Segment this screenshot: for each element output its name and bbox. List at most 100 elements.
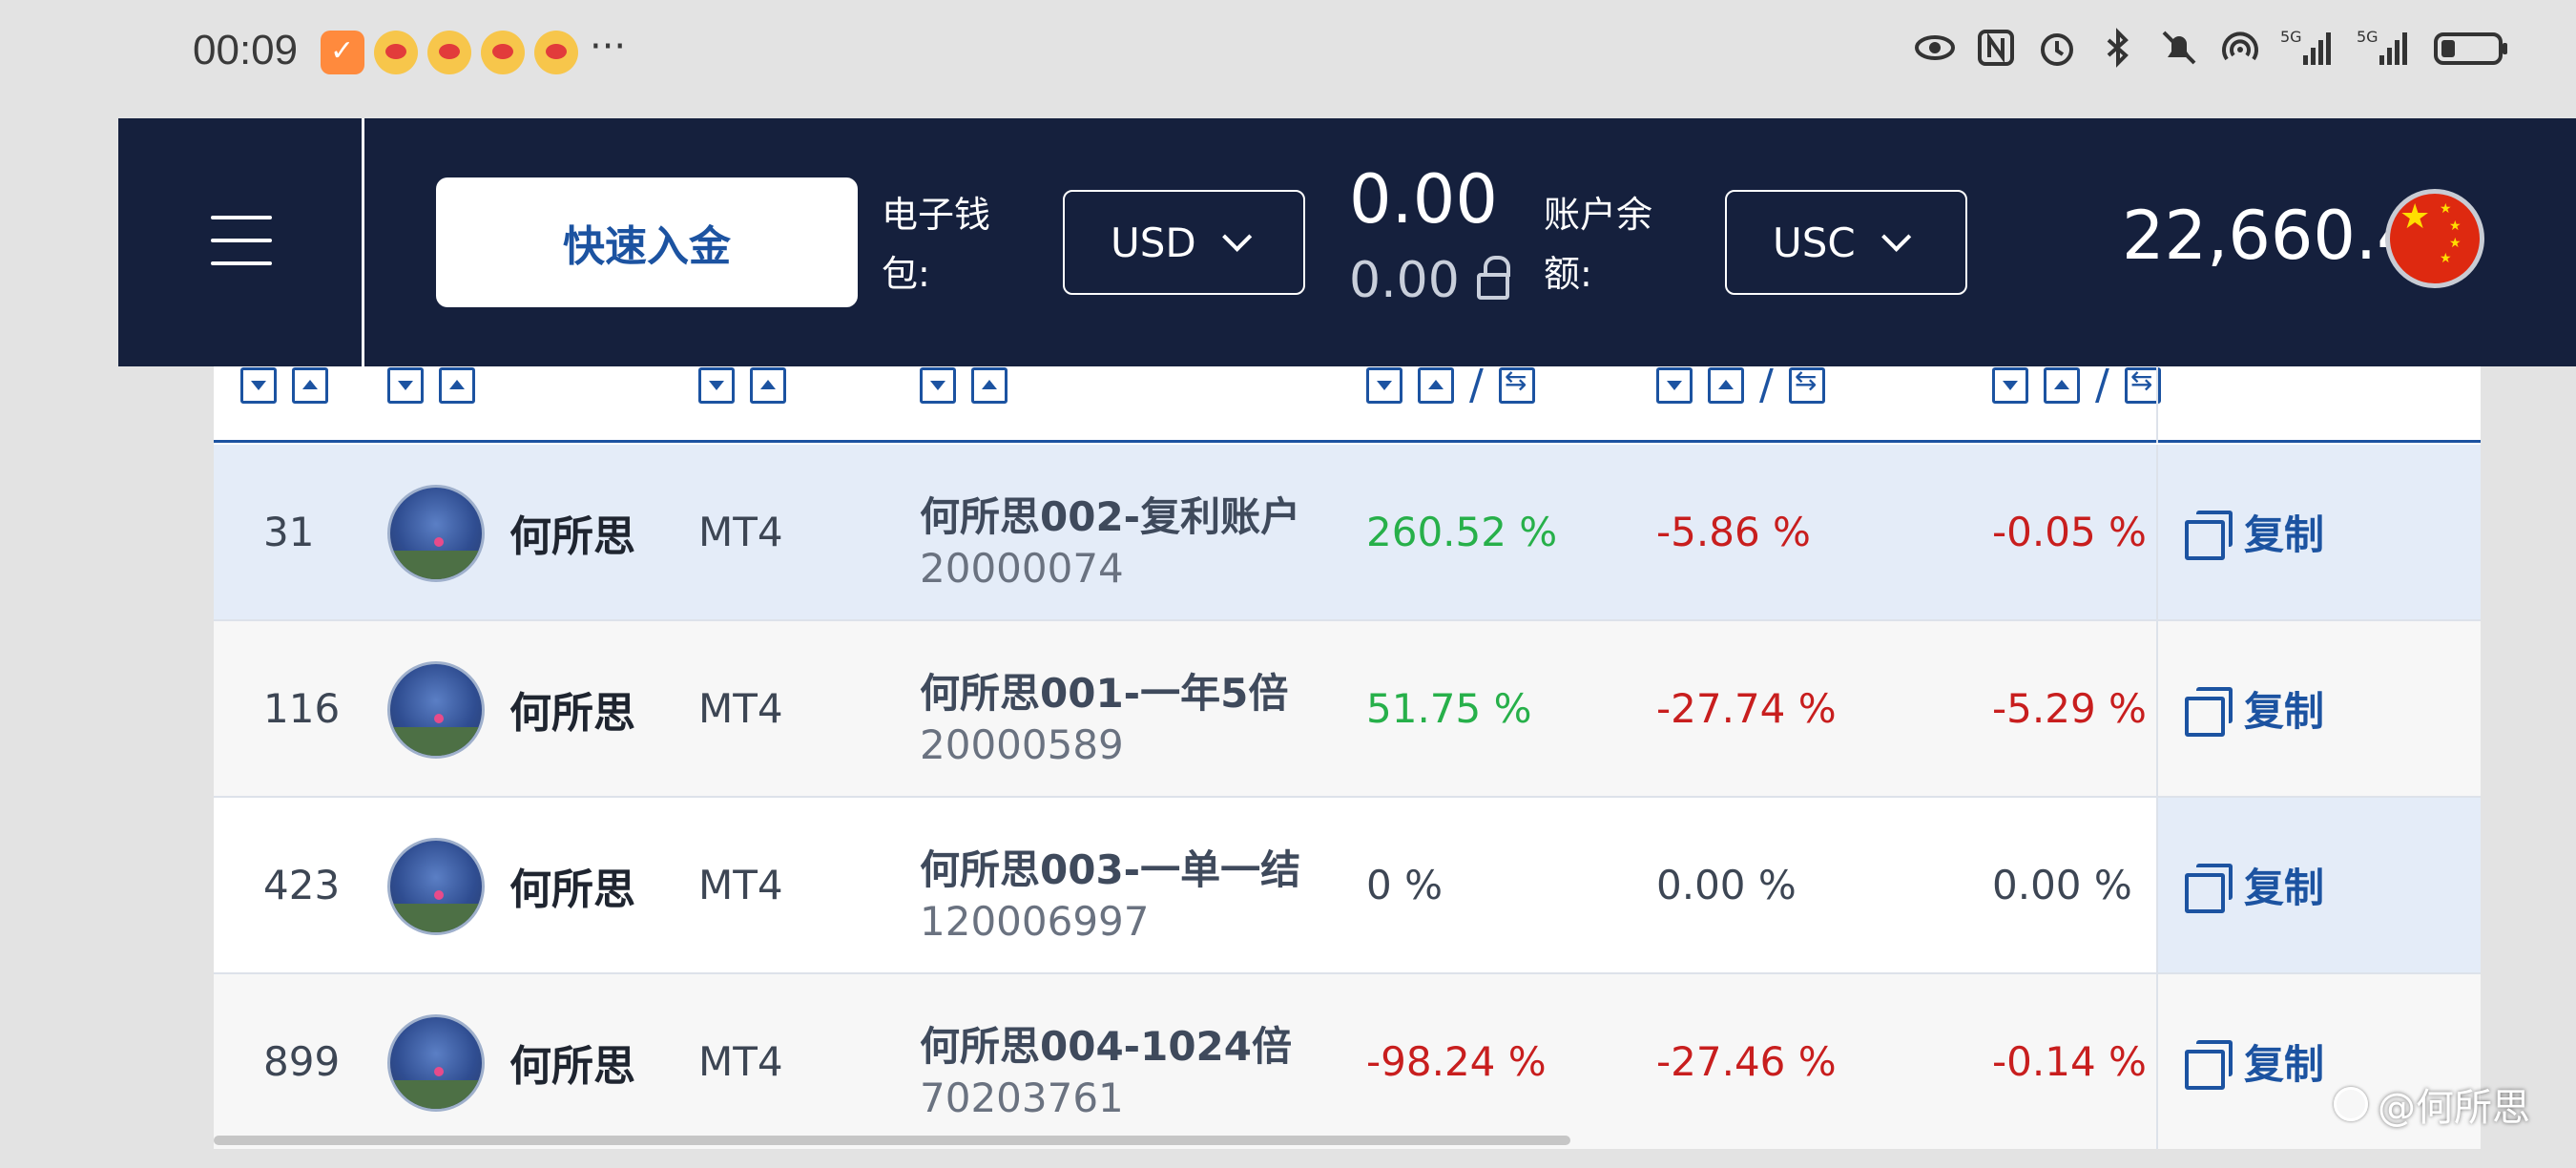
table-row[interactable]: 899 何所思 MT4 何所思004-1024倍 70203761 -98.24… (214, 974, 2481, 1149)
sort-asc-icon[interactable] (971, 367, 1008, 404)
return-3-cell: -0.14 % (1992, 1038, 2147, 1085)
trader-name[interactable]: 何所思 (509, 621, 635, 796)
balance-label: 账户余额: (1544, 194, 1653, 295)
balance-currency-value: USC (1773, 219, 1856, 266)
return-1-cell: 51.75 % (1366, 685, 1532, 732)
watermark-text: @何所思 (2378, 1086, 2530, 1130)
rank-cell: 116 (263, 685, 341, 732)
more-notifications-icon: ··· (590, 25, 627, 69)
copy-label: 复制 (2244, 1041, 2325, 1088)
watermark: @何所思 (2334, 1076, 2530, 1132)
avatar[interactable] (387, 838, 485, 935)
sort-desc-icon[interactable] (387, 367, 424, 404)
sort-controls-row: / / / (214, 366, 2481, 443)
wallet-amount: 0.00 (1349, 160, 1498, 239)
account-cell: 何所思001-一年5倍 20000589 (920, 661, 1288, 768)
horizontal-scrollbar[interactable] (214, 1136, 1570, 1145)
sort-desc-icon[interactable] (1366, 367, 1402, 404)
weibo-notification-icon (481, 31, 525, 74)
cn-flag-icon[interactable]: ★ ★ ★ ★ ★ (2385, 189, 2484, 288)
rank-cell: 31 (263, 509, 315, 555)
avatar[interactable] (387, 1014, 485, 1112)
copy-icon (2185, 686, 2233, 737)
table-row[interactable]: 423 何所思 MT4 何所思003-一单一结 120006997 0 % 0.… (214, 798, 2481, 974)
sort-desc-icon[interactable] (920, 367, 956, 404)
account-name[interactable]: 何所思002-复利账户 (920, 485, 1300, 543)
table-row[interactable]: 31 何所思 MT4 何所思002-复利账户 20000074 260.52 %… (214, 445, 2481, 621)
weibo-notification-icon (534, 31, 578, 74)
sort-desc-icon[interactable] (1656, 367, 1693, 404)
sort-desc-icon[interactable] (698, 367, 735, 404)
swap-icon[interactable] (1498, 366, 1535, 404)
chevron-down-icon (1880, 221, 1911, 252)
account-cell: 何所思003-一单一结 120006997 (920, 838, 1300, 945)
sort-separator: / (2095, 366, 2109, 409)
table-row[interactable]: 116 何所思 MT4 何所思001-一年5倍 20000589 51.75 %… (214, 621, 2481, 798)
sort-asc-icon[interactable] (750, 367, 786, 404)
sort-separator: / (1469, 366, 1484, 409)
wallet-locked-amount: 0.00 (1349, 252, 1460, 309)
sort-account (920, 367, 1008, 404)
trader-name[interactable]: 何所思 (509, 445, 635, 619)
sort-asc-icon[interactable] (1708, 367, 1744, 404)
account-number: 70203761 (920, 1074, 1124, 1121)
menu-area (118, 118, 364, 366)
return-2-cell: -27.46 % (1656, 1038, 1837, 1085)
sort-asc-icon[interactable] (2044, 367, 2080, 404)
platform-logo-icon (2334, 1087, 2368, 1121)
swap-icon[interactable] (1788, 366, 1825, 404)
account-cell: 何所思002-复利账户 20000074 (920, 485, 1300, 592)
lock-icon (1476, 256, 1510, 300)
copy-button[interactable]: 复制 (2156, 445, 2481, 619)
avatar[interactable] (387, 485, 485, 582)
svg-text:5G: 5G (2280, 28, 2302, 46)
balance-currency-select[interactable]: USC (1725, 190, 1967, 295)
wallet-currency-value: USD (1111, 219, 1196, 266)
sort-asc-icon[interactable] (439, 367, 475, 404)
avatar[interactable] (387, 661, 485, 759)
copy-label: 复制 (2244, 688, 2325, 735)
sort-desc-icon[interactable] (1992, 367, 2028, 404)
account-name[interactable]: 何所思003-一单一结 (920, 838, 1300, 896)
return-1-cell: 260.52 % (1366, 509, 1558, 555)
wallet-locked: 0.00 (1349, 252, 1510, 309)
return-2-cell: -5.86 % (1656, 509, 1811, 555)
hotspot-icon (2222, 31, 2258, 61)
signal-5g-icon: 5G (2357, 28, 2407, 65)
copy-button[interactable]: 复制 (2156, 798, 2481, 972)
account-name[interactable]: 何所思001-一年5倍 (920, 661, 1288, 720)
status-icons: 5G 5G (1914, 27, 2509, 69)
trader-name[interactable]: 何所思 (509, 798, 635, 972)
copy-button[interactable]: 复制 (2156, 621, 2481, 796)
quick-deposit-button[interactable]: 快速入金 (436, 177, 858, 307)
trader-name[interactable]: 何所思 (509, 974, 635, 1149)
weibo-notification-icon (374, 31, 418, 74)
platform-cell: MT4 (698, 862, 783, 908)
column-divider (2156, 366, 2158, 443)
sort-asc-icon[interactable] (1418, 367, 1454, 404)
sort-return-1: / (1366, 366, 1535, 409)
sort-return-2: / (1656, 366, 1825, 407)
wallet-currency-select[interactable]: USD (1063, 190, 1305, 295)
platform-cell: MT4 (698, 685, 783, 732)
return-3-cell: 0.00 % (1992, 862, 2132, 908)
eye-icon (1915, 35, 1955, 60)
rank-cell: 899 (263, 1038, 341, 1085)
account-cell: 何所思004-1024倍 70203761 (920, 1014, 1292, 1121)
hamburger-menu-icon[interactable] (211, 216, 272, 265)
sort-asc-icon[interactable] (292, 367, 328, 404)
copy-label: 复制 (2244, 865, 2325, 911)
sort-desc-icon[interactable] (240, 367, 277, 404)
signal-5g-icon: 5G (2280, 28, 2331, 65)
mute-icon (2162, 31, 2196, 65)
sort-return-3: / (1992, 366, 2161, 409)
return-1-cell: 0 % (1366, 862, 1443, 908)
account-number: 20000074 (920, 545, 1124, 592)
copy-icon (2185, 510, 2233, 560)
platform-cell: MT4 (698, 1038, 783, 1085)
status-time: 00:09 (193, 27, 299, 73)
copy-icon (2185, 863, 2233, 913)
alarm-icon (2041, 33, 2073, 66)
account-name[interactable]: 何所思004-1024倍 (920, 1014, 1292, 1073)
bluetooth-icon (2107, 28, 2129, 68)
